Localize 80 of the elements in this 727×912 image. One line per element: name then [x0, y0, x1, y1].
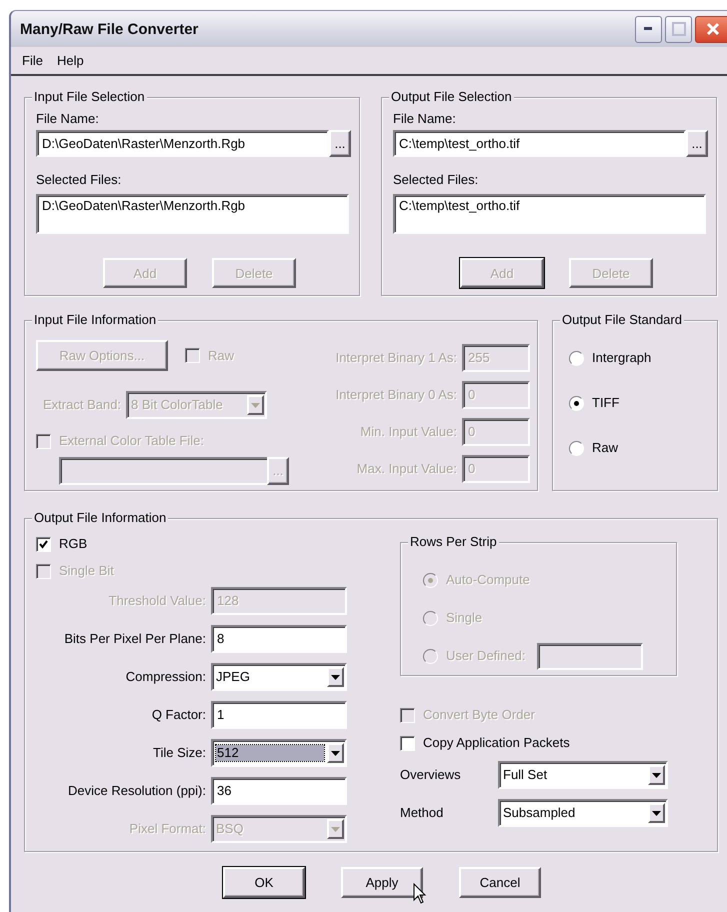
checkbox-label: Copy Application Packets	[423, 735, 570, 751]
group-title: Output File Selection	[389, 89, 514, 105]
text-field[interactable]: D:\GeoDaten\Raster\Menzorth.Rgb	[36, 130, 329, 157]
dialog-button[interactable]: Apply	[341, 867, 423, 898]
field-label: Threshold Value:	[108, 593, 206, 609]
dialog-button[interactable]: OK	[223, 867, 305, 898]
dropdown-arrow-button[interactable]	[648, 803, 665, 823]
field-label: Selected Files:	[36, 172, 122, 188]
field-label: File Name:	[36, 111, 100, 127]
field-label: Min. Input Value:	[360, 424, 457, 440]
dropdown-arrow-button[interactable]	[327, 667, 344, 687]
dialog-button[interactable]: Cancel	[459, 867, 541, 898]
group-title: Rows Per Strip	[408, 534, 499, 550]
checkbox[interactable]	[36, 536, 51, 552]
dropdown[interactable]: Full Set	[498, 761, 668, 789]
radio-button[interactable]	[569, 440, 584, 456]
checkbox-label: External Color Table File:	[59, 433, 204, 449]
file-list[interactable]: C:\temp\test_ortho.tif	[393, 194, 706, 234]
text-field[interactable]: 8	[211, 625, 347, 653]
caret-icon	[331, 750, 340, 756]
field-label: Device Resolution (ppi):	[66, 783, 206, 799]
dropdown[interactable]: Subsampled	[498, 799, 668, 827]
field-label: File Name:	[393, 111, 457, 127]
browse-button[interactable]: ...	[686, 130, 708, 157]
minimize-icon	[644, 27, 654, 31]
window-title: Many/Raw File Converter	[20, 20, 198, 38]
field-label: Tile Size:	[152, 745, 206, 761]
browse-button[interactable]: ...	[329, 130, 351, 157]
close-button[interactable]	[695, 16, 727, 42]
field-label: Compression:	[124, 669, 206, 685]
field-label: Q Factor:	[150, 707, 206, 723]
dropdown[interactable]: 512	[211, 739, 347, 767]
group-title: Output File Information	[32, 510, 168, 526]
checkbox-label: Convert Byte Order	[423, 707, 535, 723]
menu-item[interactable]: Help	[50, 53, 91, 68]
group-title: Input File Information	[32, 312, 158, 328]
checkbox[interactable]	[400, 736, 415, 750]
field-label: Interpret Binary 0 As:	[336, 387, 457, 403]
group-title: Output File Standard	[560, 312, 684, 328]
radio-label: TIFF	[592, 395, 620, 411]
close-icon	[705, 21, 721, 37]
field-label: Selected Files:	[393, 172, 480, 188]
group-title: Input File Selection	[32, 89, 147, 105]
radio-button[interactable]	[569, 396, 584, 410]
mouse-pointer-icon	[413, 883, 427, 905]
checkbox-label: Single Bit	[59, 563, 114, 579]
text-field[interactable]: C:\temp\test_ortho.tif	[393, 130, 686, 157]
radio-label: Auto-Compute	[446, 572, 530, 588]
field-label: Interpret Binary 1 As:	[336, 350, 457, 366]
caret-icon	[251, 402, 260, 408]
dropdown[interactable]: JPEG	[211, 663, 347, 691]
minimize-button[interactable]	[635, 16, 662, 42]
checkbox-label: RGB	[59, 536, 88, 552]
caret-icon	[331, 826, 340, 832]
menu-item[interactable]: File	[15, 53, 50, 68]
field-label: Pixel Format:	[128, 821, 206, 837]
maximize-icon	[672, 22, 686, 36]
maximize-button[interactable]	[665, 16, 692, 42]
dropdown-arrow-button[interactable]	[648, 765, 665, 785]
dropdown-arrow-button[interactable]	[327, 743, 344, 763]
radio-button[interactable]	[569, 350, 584, 366]
list-item[interactable]: C:\temp\test_ortho.tif	[399, 198, 700, 214]
caret-icon	[652, 772, 661, 778]
field-label: Bits Per Pixel Per Plane:	[63, 631, 206, 647]
file-list[interactable]: D:\GeoDaten\Raster\Menzorth.Rgb	[36, 194, 349, 234]
list-item[interactable]: D:\GeoDaten\Raster\Menzorth.Rgb	[42, 198, 343, 214]
caret-icon	[331, 674, 340, 680]
field-label: Overviews	[400, 767, 462, 783]
radio-label: Raw	[592, 440, 618, 456]
field-label: Max. Input Value:	[356, 461, 457, 477]
text-field[interactable]: 36	[211, 777, 347, 805]
radio-label: Single	[446, 610, 482, 626]
field-label: Method	[400, 805, 444, 821]
caret-icon	[652, 810, 661, 816]
radio-label: Intergraph	[592, 350, 652, 366]
text-field[interactable]: 1	[211, 701, 347, 729]
field-label: Extract Band:	[43, 397, 122, 413]
radio-label: User Defined:	[446, 648, 526, 664]
text-field[interactable]	[537, 642, 644, 670]
checkbox-label: Raw	[208, 348, 234, 364]
